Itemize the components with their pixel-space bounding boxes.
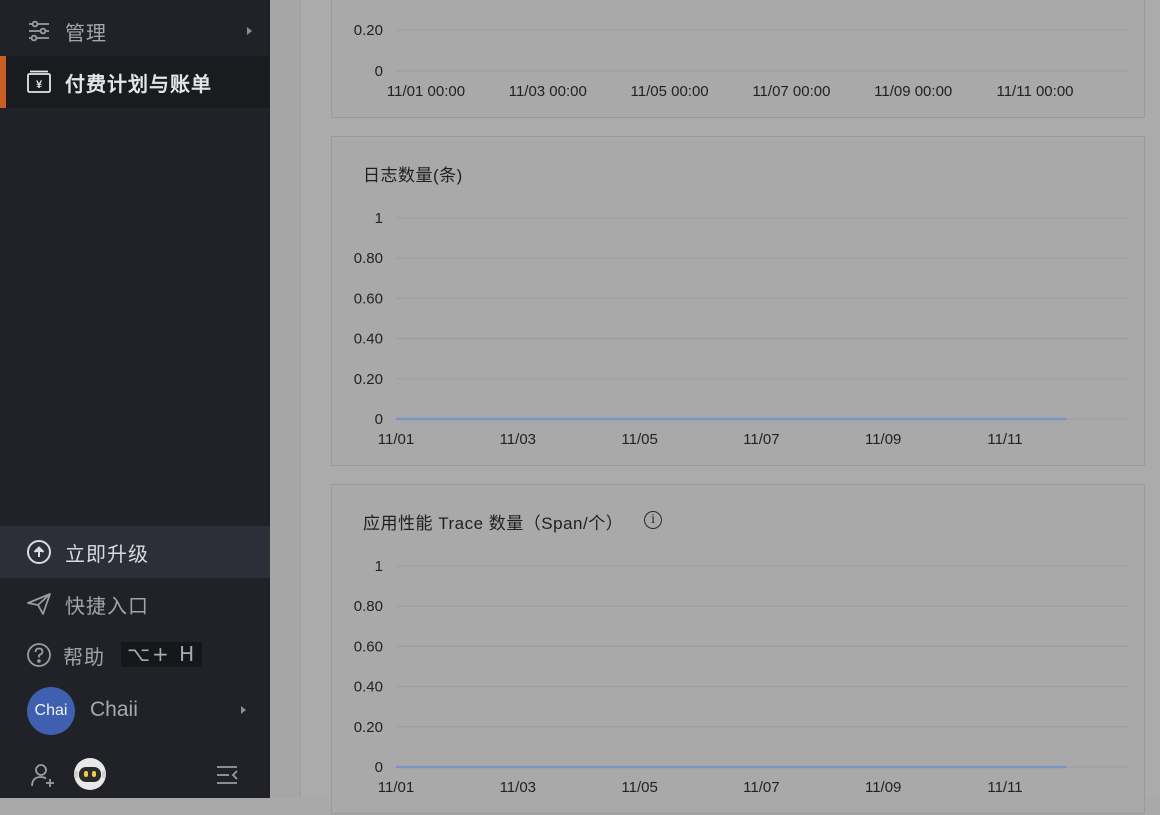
sidebar-bottom-bar	[0, 750, 270, 798]
sidebar: 管理 ¥ 付费计划与账单 立即升级 快捷入口 帮助 ⌥+ H Chai Chai…	[0, 0, 270, 798]
x-tick-label: 11/01	[378, 431, 414, 448]
caret-right-icon	[247, 27, 252, 35]
help-label: 帮助	[63, 646, 105, 669]
upgrade-label: 立即升级	[65, 543, 149, 566]
y-tick-label: 0.20	[354, 371, 383, 388]
svg-text:¥: ¥	[36, 79, 43, 91]
robot-assistant-icon[interactable]	[72, 756, 108, 792]
y-tick-label: 0.60	[354, 290, 383, 307]
y-tick-label: 0.80	[354, 598, 383, 615]
upload-circle-icon	[26, 539, 52, 565]
sidebar-item-label: 付费计划与账单	[65, 73, 212, 96]
x-tick-label: 11/09	[865, 779, 901, 796]
log-count-chart-card: 日志数量(条) 1 0.80 0.60 0.40 0.20 0 11/01 11/03 11/0…	[331, 136, 1145, 466]
y-tick-label: 1	[375, 558, 383, 575]
collapse-menu-icon[interactable]	[212, 760, 242, 790]
caret-right-icon	[241, 706, 246, 714]
sidebar-item-billing[interactable]: ¥ 付费计划与账单	[0, 56, 270, 108]
y-tick-label: 0	[375, 411, 383, 428]
help-shortcut-key: ⌥+ H	[121, 642, 203, 667]
billing-icon: ¥	[26, 69, 52, 95]
y-tick-label: 0.40	[354, 679, 383, 696]
avatar: Chai	[27, 687, 75, 735]
question-circle-icon	[26, 642, 52, 668]
x-tick-label: 11/05	[621, 431, 657, 448]
sidebar-item-label: 管理	[65, 22, 107, 45]
x-tick-label: 11/03	[500, 431, 536, 448]
x-tick-label: 11/09 00:00	[874, 83, 952, 100]
x-tick-label: 11/11 00:00	[996, 83, 1073, 100]
y-tick-label: 0.20	[354, 719, 383, 736]
log-count-chart: 1 0.80 0.60 0.40 0.20 0 11/01 11/03 11/05 11/07 11…	[354, 210, 1128, 448]
usage-chart: 0.20 011/01 00:00 11/03 00:00 11/05 00:00 11…	[354, 22, 1128, 100]
sliders-icon	[26, 18, 52, 44]
shortcut-entry-button[interactable]: 快捷入口	[0, 578, 270, 630]
add-user-icon[interactable]	[28, 760, 58, 790]
y-tick-label: 0	[375, 759, 383, 776]
y-tick-label: 0.60	[354, 638, 383, 655]
x-tick-label: 11/11	[987, 779, 1022, 796]
x-tick-label: 11/05	[621, 779, 657, 796]
x-tick-label: 11/11	[987, 431, 1022, 448]
y-tick-label: 0.40	[354, 331, 383, 348]
x-tick-label: 11/07	[743, 431, 779, 448]
x-tick-label: 11/01 00:00	[387, 83, 465, 100]
upgrade-button[interactable]: 立即升级	[0, 526, 270, 578]
x-tick-label: 11/07 00:00	[752, 83, 830, 100]
x-tick-label: 11/03 00:00	[509, 83, 587, 100]
x-tick-label: 11/01	[378, 779, 414, 796]
y-tick-label: 0	[375, 63, 383, 80]
x-tick-label: 11/03	[500, 779, 536, 796]
x-tick-label: 11/09	[865, 431, 901, 448]
shortcut-label: 快捷入口	[65, 595, 149, 618]
user-name: Chaii	[90, 698, 138, 721]
trace-count-chart: 1 0.80 0.60 0.40 0.20 0 11/01 11/03 11/05 11/07 11…	[354, 558, 1128, 796]
y-tick-label: 0.20	[354, 22, 383, 39]
help-button[interactable]: 帮助 ⌥+ H	[0, 629, 270, 681]
user-profile[interactable]: Chai Chaii	[0, 685, 270, 735]
y-tick-label: 0.80	[354, 250, 383, 267]
sidebar-item-manage[interactable]: 管理	[0, 5, 270, 57]
x-tick-label: 11/05 00:00	[631, 83, 709, 100]
trace-count-chart-card: 应用性能 Trace 数量（Span/个） i 1 0.80 0.60 0.40 0.2…	[331, 484, 1145, 814]
paper-plane-icon	[26, 591, 52, 617]
active-indicator	[0, 56, 6, 108]
y-tick-label: 1	[375, 210, 383, 227]
usage-chart-card: 0.20 0 11/01 00:00 11/03 00:00 11/05 00:00 11…	[331, 0, 1145, 118]
x-tick-label: 11/07	[743, 779, 779, 796]
